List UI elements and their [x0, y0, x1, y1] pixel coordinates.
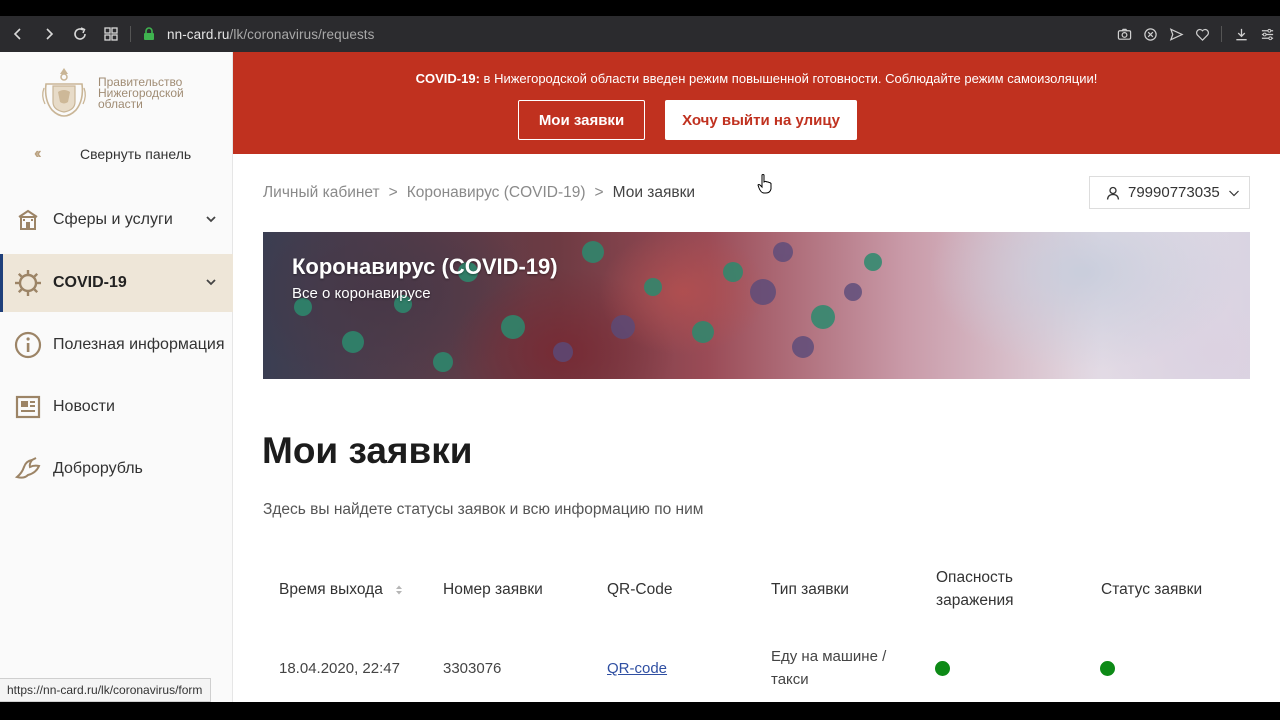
adblock-icon[interactable]	[1137, 16, 1163, 52]
government-logo[interactable]: Правительство Нижегородской области	[40, 66, 184, 118]
column-header-status: Статус заявки	[1101, 581, 1203, 598]
user-phone: 79990773035	[1128, 184, 1220, 201]
alert-message: COVID-19: в Нижегородской области введен…	[233, 71, 1280, 86]
sort-icon	[396, 585, 403, 595]
browser-toolbar: nn-card.ru/lk/coronavirus/requests	[0, 16, 1280, 52]
link-status-tooltip: https://nn-card.ru/lk/coronavirus/form	[0, 678, 212, 702]
chevron-down-icon	[1228, 190, 1239, 196]
download-icon[interactable]	[1228, 16, 1254, 52]
column-header-number: Номер заявки	[443, 581, 543, 598]
user-menu-button[interactable]: 79990773035	[1089, 176, 1250, 209]
building-icon	[13, 205, 43, 235]
screen-top-border	[0, 0, 1280, 16]
screen-bottom-border	[0, 702, 1280, 720]
column-header-label: Время выхода	[279, 581, 383, 598]
column-header-line: Опасность	[936, 569, 1013, 586]
cell-number: 3303076	[443, 660, 502, 677]
cell-type-line: такси	[771, 671, 809, 688]
sidebar-item-label: Полезная информация	[53, 336, 225, 353]
cell-qr: QR-code	[607, 657, 667, 680]
heart-icon[interactable]	[1189, 16, 1215, 52]
chevron-down-icon	[206, 279, 216, 286]
column-header-line: заражения	[936, 592, 1014, 609]
url-path: /lk/coronavirus/requests	[229, 26, 375, 42]
address-bar[interactable]: nn-card.ru/lk/coronavirus/requests	[167, 27, 375, 42]
forward-icon[interactable]	[33, 16, 64, 52]
page-description: Здесь вы найдете статусы заявок и всю ин…	[263, 501, 704, 518]
column-header-type: Тип заявки	[771, 581, 849, 598]
sidebar-item-news[interactable]: Новости	[0, 378, 233, 436]
breadcrumb-item-cabinet[interactable]: Личный кабинет	[263, 184, 380, 201]
url-host: nn-card.ru	[167, 26, 230, 42]
breadcrumb-item-covid[interactable]: Коронавирус (COVID-19)	[407, 184, 586, 201]
column-header-qr: QR-Code	[607, 581, 673, 598]
toolbar-divider-right	[1221, 26, 1222, 42]
info-icon	[13, 330, 43, 360]
breadcrumb-separator: >	[594, 184, 604, 201]
collapse-panel-label: Свернуть панель	[80, 146, 192, 162]
page: Правительство Нижегородской области ‹‹ С…	[0, 52, 1280, 702]
chevron-down-icon	[206, 216, 216, 223]
coat-of-arms-icon	[42, 68, 86, 117]
double-chevron-left-icon: ‹‹	[34, 145, 42, 162]
easy-setup-icon[interactable]	[1254, 16, 1280, 52]
lock-icon[interactable]	[139, 16, 159, 52]
dove-icon	[13, 454, 43, 484]
logo-text-line: области	[98, 97, 143, 111]
covid-alert-banner: COVID-19: в Нижегородской области введен…	[233, 52, 1280, 154]
alert-text: в Нижегородской области введен режим пов…	[479, 71, 1098, 86]
breadcrumb: Личный кабинет > Коронавирус (COVID-19) > Мо…	[263, 184, 695, 202]
sidebar-item-useful-info[interactable]: Полезная информация	[0, 316, 233, 374]
camera-icon[interactable]	[1111, 16, 1137, 52]
sidebar-item-label: Доброрубль	[53, 460, 143, 477]
breadcrumb-separator: >	[388, 184, 398, 201]
covid-hero-banner[interactable]: Коронавирус (COVID-19) Все о коронавирус…	[263, 232, 1250, 379]
toolbar-divider	[130, 26, 131, 42]
go-outside-button[interactable]: Хочу выйти на улицу	[665, 100, 857, 140]
qr-code-link[interactable]: QR-code	[607, 660, 667, 677]
sidebar: Правительство Нижегородской области ‹‹ С…	[0, 52, 233, 702]
collapse-panel-button[interactable]: ‹‹ Свернуть панель	[34, 145, 191, 163]
hand-cursor-icon	[757, 174, 772, 194]
send-icon[interactable]	[1163, 16, 1189, 52]
speed-dial-icon[interactable]	[95, 16, 126, 52]
user-icon	[1106, 186, 1120, 200]
cell-type-line: Еду на машине /	[771, 648, 887, 665]
sidebar-item-dobrorubl[interactable]: Доброрубль	[0, 440, 233, 498]
reload-icon[interactable]	[64, 16, 95, 52]
column-header-time[interactable]: Время выхода	[279, 578, 403, 601]
sidebar-item-label: COVID-19	[53, 274, 127, 291]
virus-icon	[13, 268, 43, 298]
breadcrumb-item-current: Мои заявки	[612, 184, 696, 201]
hero-subtitle: Все о коронавирусе	[292, 285, 431, 302]
cell-time: 18.04.2020, 22:47	[279, 660, 400, 677]
logo-text: Правительство Нижегородской области	[98, 76, 184, 118]
sidebar-item-services[interactable]: Сферы и услуги	[0, 191, 233, 249]
back-icon[interactable]	[2, 16, 33, 52]
sidebar-item-label: Сферы и услуги	[53, 211, 173, 228]
sidebar-item-covid[interactable]: COVID-19	[0, 254, 233, 312]
column-header-danger: Опасность заражения	[936, 566, 1014, 612]
news-icon	[13, 392, 43, 422]
sidebar-item-label: Новости	[53, 398, 115, 415]
hero-title: Коронавирус (COVID-19)	[292, 254, 558, 279]
status-indicator-dot	[1100, 661, 1115, 676]
danger-indicator-dot	[935, 661, 950, 676]
page-title: Мои заявки	[262, 430, 473, 471]
cell-type: Еду на машине / такси	[771, 645, 886, 691]
my-requests-button[interactable]: Мои заявки	[518, 100, 645, 140]
alert-prefix: COVID-19:	[415, 71, 480, 86]
